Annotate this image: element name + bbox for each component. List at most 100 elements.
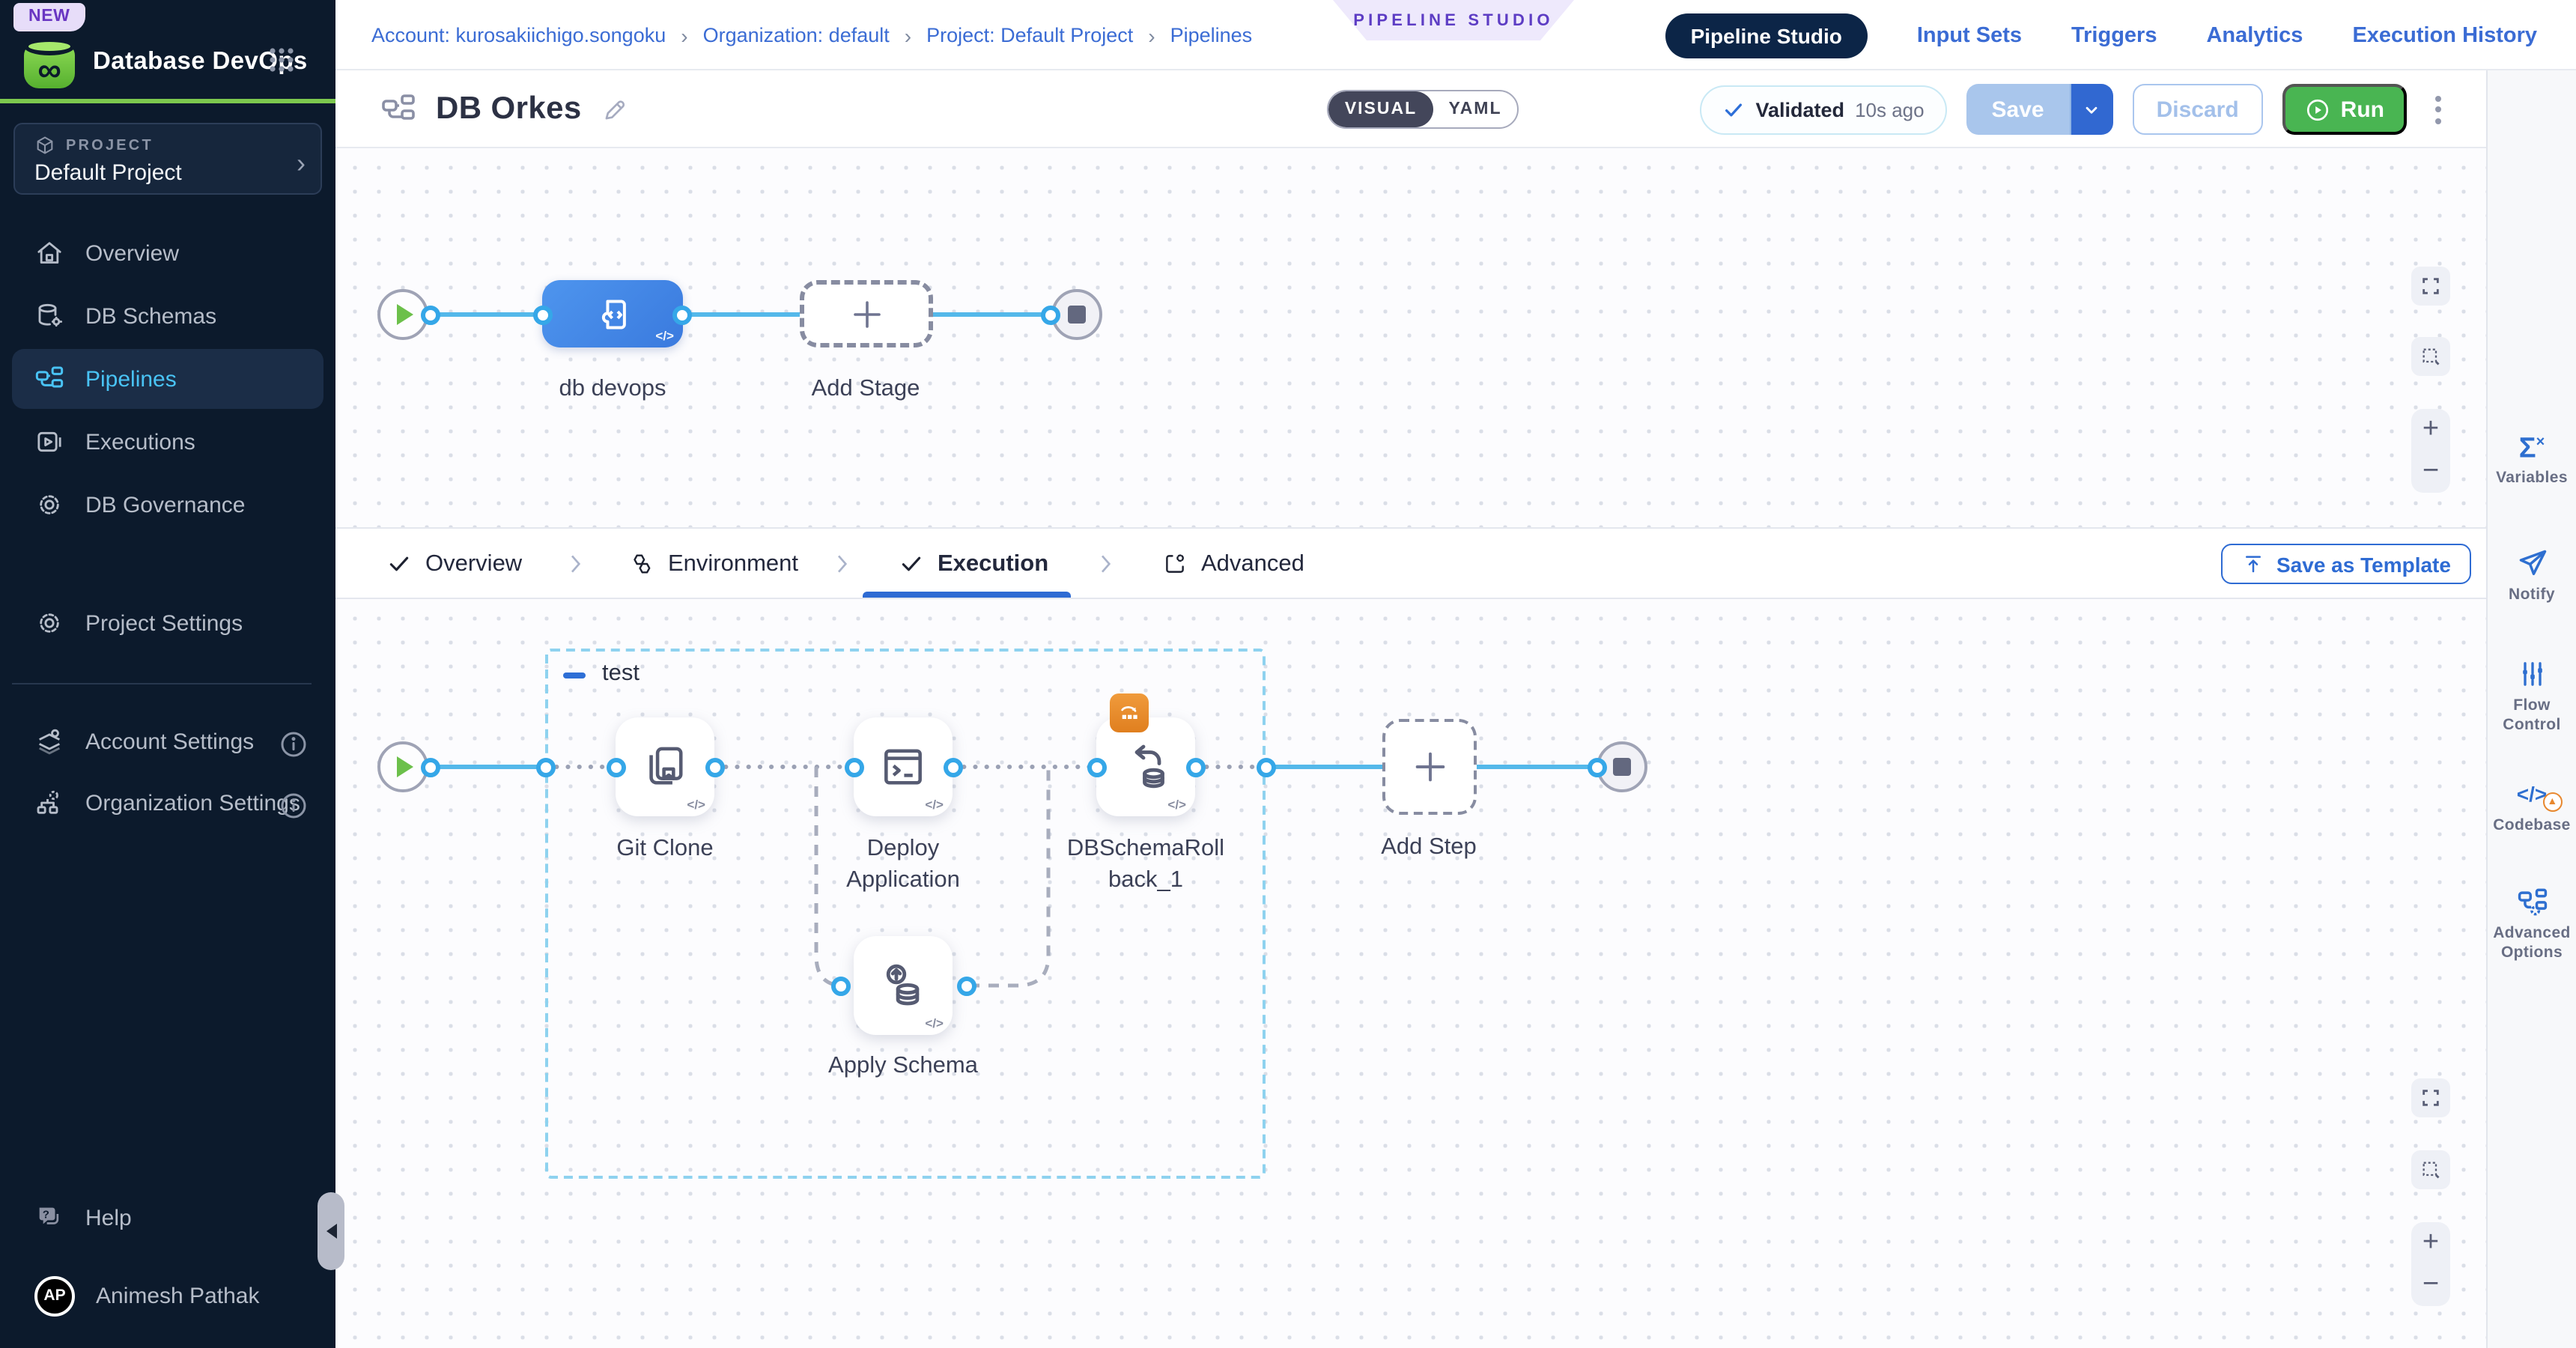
breadcrumb-pipelines[interactable]: Pipelines	[1170, 24, 1253, 46]
svg-text:?: ?	[43, 1208, 49, 1221]
app-grid-icon[interactable]	[267, 45, 297, 75]
step-node-dbschemarollback[interactable]: </>	[1096, 717, 1195, 816]
sidebar-collapse-handle[interactable]	[318, 1192, 344, 1270]
info-icon[interactable]	[279, 729, 303, 753]
project-selector[interactable]: PROJECT Default Project ›	[13, 123, 322, 195]
connector-dot[interactable]	[421, 306, 440, 325]
tab-analytics[interactable]: Analytics	[2206, 23, 2303, 47]
stop-icon	[1613, 758, 1631, 776]
code-badge: </>	[925, 1015, 944, 1030]
stage-node-db-devops[interactable]: </>	[542, 280, 683, 347]
sidebar-item-overview[interactable]: Overview	[12, 223, 323, 283]
step-label: Git Clone	[575, 833, 755, 864]
step-node-apply-schema[interactable]: </>	[854, 936, 953, 1035]
sidebar-item-label: Account Settings	[85, 729, 254, 754]
rail-item-notify[interactable]: Notify	[2488, 547, 2576, 604]
sidebar-item-help[interactable]: ? Help	[12, 1188, 323, 1248]
connector-dot[interactable]	[607, 758, 626, 777]
run-button[interactable]: Run	[2282, 84, 2407, 135]
connector-dot[interactable]	[536, 758, 556, 777]
canvas-fullscreen-button[interactable]	[2411, 1078, 2450, 1117]
zoom-in-button[interactable]: +	[2411, 1222, 2450, 1264]
canvas-select-button[interactable]	[2411, 337, 2450, 376]
connector-dot[interactable]	[944, 758, 963, 777]
connector-dot[interactable]	[831, 977, 851, 996]
toggle-yaml[interactable]: YAML	[1433, 91, 1517, 127]
save-as-template-button[interactable]: Save as Template	[2221, 544, 2472, 584]
connector-dot[interactable]	[845, 758, 864, 777]
tab-overview[interactable]: Overview	[386, 529, 522, 599]
connector-dot[interactable]	[705, 758, 725, 777]
rail-item-flow-control[interactable]: Flow Control	[2488, 658, 2576, 734]
breadcrumb-account[interactable]: Account: kurosakiichigo.songoku	[371, 24, 666, 46]
tab-input-sets[interactable]: Input Sets	[1917, 23, 2022, 47]
variables-sigma-icon: Σ×	[2519, 430, 2545, 463]
connector-dot[interactable]	[1186, 758, 1206, 777]
connector-dot[interactable]	[421, 758, 440, 777]
pipeline-toolbar: DB Orkes VISUAL YAML Validated 10s ago S…	[335, 70, 2576, 148]
sidebar-item-label: Help	[85, 1205, 132, 1230]
custom-stage-icon	[592, 293, 634, 335]
connector-dot[interactable]	[533, 306, 553, 325]
connector-dot[interactable]	[957, 977, 976, 996]
sidebar-item-db-schemas[interactable]: DB Schemas	[12, 286, 323, 346]
sidebar-item-db-governance[interactable]: DB Governance	[12, 475, 323, 535]
cube-icon	[34, 135, 55, 156]
canvas-fullscreen-button[interactable]	[2411, 267, 2450, 306]
execution-canvas[interactable]: test </> </>	[335, 599, 2486, 1348]
step-node-deploy-application[interactable]: </>	[854, 717, 953, 816]
execution-flow-lines	[335, 599, 2486, 1348]
step-node-git-clone[interactable]: </>	[616, 717, 714, 816]
chevron-right-icon: ›	[297, 148, 306, 180]
tab-execution[interactable]: Execution	[899, 529, 1048, 599]
sidebar-item-executions[interactable]: Executions	[12, 412, 323, 472]
rail-item-advanced-options[interactable]: Advanced Options	[2488, 885, 2576, 962]
connector-dot[interactable]	[1041, 306, 1060, 325]
play-icon	[397, 304, 413, 325]
add-stage-label: Add Stage	[776, 373, 956, 404]
info-icon[interactable]	[279, 791, 303, 815]
tab-environment[interactable]: Environment	[629, 529, 798, 599]
layers-gear-icon	[34, 726, 64, 756]
connector-dot[interactable]	[1588, 758, 1607, 777]
apply-schema-icon	[876, 959, 930, 1012]
toggle-visual[interactable]: VISUAL	[1328, 91, 1433, 127]
save-options-button[interactable]	[2071, 84, 2113, 135]
rail-item-codebase[interactable]: </>▲ Codebase	[2488, 777, 2576, 835]
breadcrumb-organization[interactable]: Organization: default	[703, 24, 890, 46]
connector-dot[interactable]	[1087, 758, 1107, 777]
collapse-group-button[interactable]	[563, 673, 586, 678]
discard-button[interactable]: Discard	[2133, 84, 2263, 135]
gear-icon	[34, 608, 64, 638]
more-options-kebab[interactable]	[2426, 84, 2450, 135]
sidebar-item-project-settings[interactable]: Project Settings	[12, 593, 323, 653]
zoom-out-button[interactable]: −	[2411, 451, 2450, 493]
tab-pipeline-studio[interactable]: Pipeline Studio	[1665, 13, 1868, 58]
tab-advanced[interactable]: Advanced	[1162, 529, 1304, 599]
rollback-warning-badge	[1110, 693, 1149, 732]
sidebar-item-pipelines[interactable]: Pipelines	[12, 349, 323, 409]
add-step-button[interactable]	[1382, 719, 1477, 815]
canvas-select-button[interactable]	[2411, 1150, 2450, 1189]
project-label: PROJECT	[66, 137, 154, 154]
tab-triggers[interactable]: Triggers	[2071, 23, 2157, 47]
zoom-in-button[interactable]: +	[2411, 409, 2450, 451]
zoom-out-button[interactable]: −	[2411, 1264, 2450, 1306]
stage-canvas[interactable]: </> db devops Add Stage + −	[335, 148, 2486, 529]
sidebar-item-label: Project Settings	[85, 610, 243, 636]
connector-dot[interactable]	[672, 306, 692, 325]
git-clone-icon	[640, 741, 690, 792]
stage-tabstrip: Overview Environment Execution Advanced …	[335, 529, 2486, 599]
rail-item-variables[interactable]: Σ× Variables	[2488, 430, 2576, 488]
sidebar-item-organization-settings[interactable]: Organization Settings	[12, 773, 323, 833]
tab-label: Execution	[938, 550, 1048, 577]
step-label: Apply Schema	[798, 1050, 1008, 1081]
save-button[interactable]: Save	[1966, 84, 2071, 135]
tab-execution-history[interactable]: Execution History	[2352, 23, 2537, 47]
breadcrumb-project[interactable]: Project: Default Project	[926, 24, 1133, 46]
connector-dot[interactable]	[1257, 758, 1276, 777]
edit-pencil-icon[interactable]	[601, 95, 630, 124]
add-stage-button[interactable]	[800, 280, 933, 347]
sidebar-item-account-settings[interactable]: Account Settings	[12, 711, 323, 771]
user-menu[interactable]: AP Animesh Pathak	[12, 1266, 323, 1326]
